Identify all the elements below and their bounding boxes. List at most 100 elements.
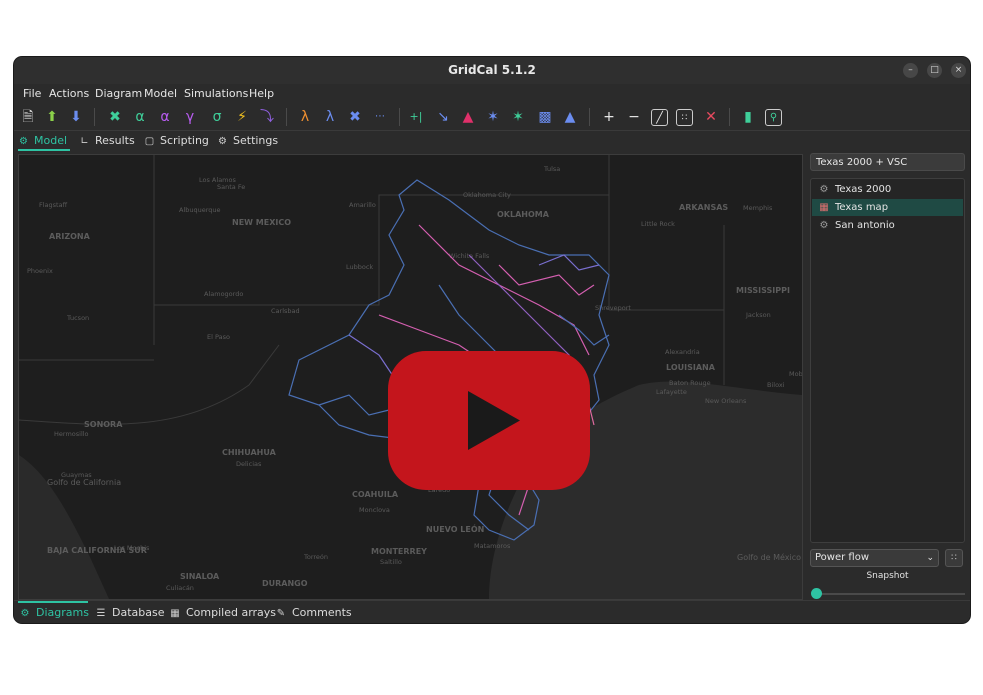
dashed-lines-icon[interactable]: ⋯ — [372, 109, 388, 125]
add-branch-icon[interactable]: +| — [408, 109, 424, 125]
list-icon: ☰ — [96, 608, 106, 619]
map-city: Hermosillo — [54, 430, 89, 438]
menu-actions[interactable]: Actions — [49, 84, 89, 100]
snapshot-settings-button[interactable]: ∷ — [945, 549, 963, 567]
chart-down-icon[interactable]: ↘ — [435, 109, 451, 125]
diagram-item-san-antonio[interactable]: ⚙ San antonio — [812, 217, 963, 234]
tab-database[interactable]: ☰ Database — [95, 606, 165, 619]
bar-stats-icon[interactable]: ▮ — [740, 109, 756, 125]
map-city: Baton Rouge — [669, 379, 711, 387]
tab-compiled-arrays[interactable]: ▦ Compiled arrays — [169, 606, 276, 619]
map-city: Torreón — [303, 553, 328, 561]
close-window-button[interactable]: × — [951, 63, 966, 78]
map-label-sinaloa: SINALOA — [180, 572, 220, 581]
map-icon: ▦ — [819, 202, 829, 213]
map-city: Monclova — [359, 506, 390, 514]
connect-icon[interactable]: ✖ — [107, 109, 123, 125]
model-name-field[interactable]: Texas 2000 + VSC — [810, 153, 965, 171]
alpha-icon[interactable]: α — [132, 109, 148, 125]
triangle-icon[interactable]: ▲ — [460, 109, 476, 125]
plus-icon[interactable]: + — [601, 109, 617, 125]
diagram-list[interactable]: ⚙ Texas 2000 ▦ Texas map ⚙ San antonio — [810, 178, 965, 543]
map-label-oklahoma: OKLAHOMA — [497, 210, 550, 219]
map-city: Flagstaff — [39, 201, 68, 209]
snapshot-slider-handle[interactable] — [811, 588, 822, 599]
map-city: Mobile — [789, 370, 802, 378]
maximize-button[interactable]: □ — [927, 63, 942, 78]
main-tabs: ⚙ Model ∟ Results ▢ Scripting ⚙ Settings — [14, 131, 970, 151]
title-bar: GridCal 5.1.2 – □ × — [14, 57, 970, 85]
menu-diagram[interactable]: Diagram — [95, 84, 142, 100]
map-city: Oklahoma City — [463, 191, 511, 199]
map-city: El Paso — [207, 333, 230, 341]
upload-icon[interactable]: ⬆ — [44, 109, 60, 125]
map-city: Santa Fe — [217, 183, 245, 191]
cluster-icon[interactable]: ✶ — [485, 109, 501, 125]
map-city: Guaymas — [61, 471, 92, 479]
curve-icon[interactable]: ⤵ — [259, 109, 275, 125]
map-city: Little Rock — [641, 220, 675, 228]
lambda-icon[interactable]: λ — [297, 109, 313, 125]
tab-diagrams[interactable]: ⚙ Diagrams — [19, 606, 89, 619]
tab-comments-label: Comments — [292, 606, 352, 619]
tab-comments[interactable]: ✎ Comments — [275, 606, 352, 619]
map-view[interactable]: ARIZONA NEW MEXICO OKLAHOMA ARKANSAS MIS… — [18, 154, 803, 600]
map-label-chihuahua: CHIHUAHUA — [222, 448, 277, 457]
map-city: Tulsa — [543, 165, 560, 173]
minimize-button[interactable]: – — [903, 63, 918, 78]
map-city: Lafayette — [656, 388, 687, 396]
map-city: New Orleans — [705, 397, 747, 405]
simulation-select-value: Power flow — [815, 552, 870, 563]
tab-model[interactable]: ⚙ Model — [18, 134, 67, 147]
edit-icon[interactable]: ╱ — [651, 109, 668, 126]
menu-simulations[interactable]: Simulations — [184, 84, 248, 100]
tab-settings[interactable]: ⚙ Settings — [217, 134, 278, 147]
map-city: Saltillo — [380, 558, 402, 566]
map-city: Biloxi — [767, 381, 785, 389]
snapshot-slider-track[interactable] — [815, 593, 965, 595]
new-file-icon[interactable]: 🗎 — [20, 109, 36, 125]
bar-chart-icon[interactable]: ▩ — [537, 109, 553, 125]
tab-compiled-arrays-label: Compiled arrays — [186, 606, 277, 619]
tab-scripting[interactable]: ▢ Scripting — [144, 134, 209, 147]
network-icon[interactable]: ✖ — [347, 109, 363, 125]
diagram-item-label: Texas 2000 — [835, 184, 892, 195]
map-city: Amarillo — [349, 201, 376, 209]
lambda-alt-icon[interactable]: λ — [322, 109, 338, 125]
download-icon[interactable]: ⬇ — [68, 109, 84, 125]
tab-results[interactable]: ∟ Results — [79, 134, 134, 147]
map-label-new-mexico: NEW MEXICO — [232, 218, 291, 227]
map-city: Lubbock — [346, 263, 373, 271]
chart-icon: ∟ — [80, 136, 89, 147]
menu-model[interactable]: Model — [144, 84, 177, 100]
simulation-select[interactable]: Power flow ⌄ — [810, 549, 939, 567]
menu-help[interactable]: Help — [249, 84, 274, 100]
tab-database-label: Database — [112, 606, 165, 619]
menu-bar: File Actions Diagram Model Simulations H… — [14, 84, 970, 104]
terminal-icon: ▢ — [144, 136, 155, 147]
sensitivity-icon[interactable]: α — [157, 109, 173, 125]
menu-file[interactable]: File — [23, 84, 41, 100]
diagram-item-texas-map[interactable]: ▦ Texas map — [812, 199, 963, 216]
minus-icon[interactable]: − — [626, 109, 642, 125]
map-city: Carlsbad — [271, 307, 300, 315]
scatter-icon[interactable]: ✶ — [510, 109, 526, 125]
map-label-louisiana: LOUISIANA — [666, 363, 716, 372]
schematic-icon: ⚙ — [819, 220, 829, 231]
play-video-button[interactable] — [388, 351, 590, 490]
gamma-icon[interactable]: γ — [182, 109, 198, 125]
map-city: Los Mochis — [114, 544, 150, 552]
search-chart-icon[interactable]: ⚲ — [765, 109, 782, 126]
sigma-icon[interactable]: σ — [209, 109, 225, 125]
lightning-icon[interactable]: ⚡ — [234, 109, 250, 125]
diagram-panel: Texas 2000 + VSC ⚙ Texas 2000 ▦ Texas map … — [809, 152, 967, 602]
map-label-arkansas: ARKANSAS — [679, 203, 728, 212]
grid-settings-icon[interactable]: ∷ — [676, 109, 693, 126]
map-city: Phoenix — [27, 267, 53, 275]
close-icon[interactable]: ✕ — [703, 109, 719, 125]
diagram-item-texas-2000[interactable]: ⚙ Texas 2000 — [812, 181, 963, 198]
map-label-coahuila: COAHUILA — [352, 490, 399, 499]
map-city: MONTERREY — [371, 547, 427, 556]
schematic-icon: ⚙ — [19, 136, 28, 147]
area-chart-icon[interactable]: ▲ — [562, 109, 578, 125]
